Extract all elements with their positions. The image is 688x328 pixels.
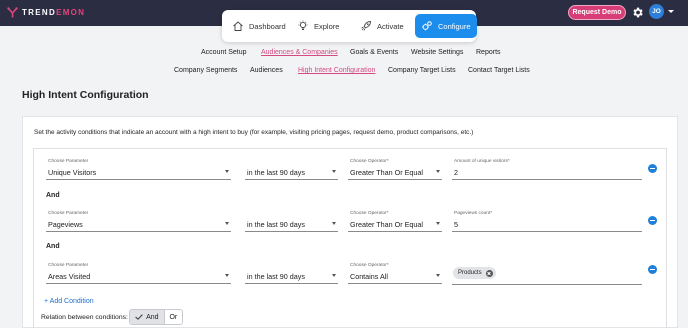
field-label: Choose Operator* [350,211,389,216]
gears-icon [422,21,432,31]
condition-2-value-input[interactable]: Pageviews count* 5 [452,210,642,232]
settings-gear-icon[interactable] [631,6,644,19]
condition-3-operator-select[interactable]: Choose Operator* Contains All [348,262,442,284]
chevron-down-icon [332,170,336,173]
relation-and-option[interactable]: And [130,310,164,324]
field-value: in the last 90 days [247,168,305,177]
condition-3-value-multiselect[interactable]: Products [452,262,642,285]
tab-audiences[interactable]: Audiences [250,67,283,74]
field-label: Choose Operator* [350,263,389,268]
relation-label: Relation between conditions: [41,314,128,321]
condition-2-timeframe-select[interactable]: in the last 90 days [245,210,338,232]
tab-company-segments[interactable]: Company Segments [174,67,237,74]
chevron-down-icon [225,274,229,277]
condition-2-parameter-select[interactable]: Choose Parameter Pageviews [46,210,231,232]
relation-toggle: And Or [129,309,183,325]
field-label: Choose Operator* [350,159,389,164]
field-value: Greater Than Or Equal [350,220,423,229]
field-value: Unique Visitors [48,168,97,177]
check-icon [135,314,143,320]
field-label: Choose Parameter [48,211,89,216]
tab-contact-target-lists[interactable]: Contact Target Lists [468,67,530,74]
field-label: Pageviews count* [454,211,493,216]
nav-explore[interactable]: Explore [291,14,345,38]
field-value: 2 [454,168,458,177]
remove-condition-1-icon[interactable] [648,164,657,173]
tab-account-setup[interactable]: Account Setup [201,49,247,56]
chevron-down-icon [436,222,440,225]
remove-condition-2-icon[interactable] [648,216,657,225]
chip-products: Products [453,267,496,279]
condition-3-timeframe-select[interactable]: in the last 90 days [245,262,338,284]
nav-activate-label: Activate [377,21,404,31]
tab-company-target-lists[interactable]: Company Target Lists [388,67,456,74]
condition-1-operator-select[interactable]: Choose Operator* Greater Than Or Equal [348,158,442,180]
field-label: Choose Parameter [48,263,89,268]
field-label: Amount of unique visitors* [454,159,510,164]
condition-2-operator-select[interactable]: Choose Operator* Greater Than Or Equal [348,210,442,232]
brand-name-part2: EMON [56,8,86,17]
field-value: in the last 90 days [247,272,305,281]
and-label-2: And [46,243,60,250]
user-menu-caret-icon[interactable] [668,10,674,13]
add-condition-link[interactable]: + Add Condition [44,298,94,305]
field-value: Pageviews [48,220,83,229]
chevron-down-icon [332,274,336,277]
field-value: Areas Visited [48,272,91,281]
tab-goals-events[interactable]: Goals & Events [350,49,398,56]
nav-explore-label: Explore [314,21,340,31]
tab-audiences-companies[interactable]: Audiences & Companies [261,49,338,56]
condition-1-parameter-select[interactable]: Choose Parameter Unique Visitors [46,158,231,180]
chip-remove-icon[interactable] [485,269,493,277]
request-demo-button[interactable]: Request Demo [568,5,626,20]
tab-high-intent-configuration[interactable]: High Intent Configuration [298,67,375,74]
condition-3-parameter-select[interactable]: Choose Parameter Areas Visited [46,262,231,284]
condition-1-timeframe-select[interactable]: in the last 90 days [245,158,338,180]
user-avatar[interactable]: JO [649,4,664,19]
field-value: Greater Than Or Equal [350,168,423,177]
page-title: High Intent Configuration [22,89,149,101]
chevron-down-icon [332,222,336,225]
relation-or-label: Or [169,313,178,321]
chevron-down-icon [225,222,229,225]
nav-dashboard[interactable]: Dashboard [226,14,292,38]
lightbulb-icon [298,20,308,30]
and-label-1: And [46,192,60,199]
intro-text: Set the activity conditions that indicat… [34,129,474,136]
nav-activate[interactable]: Activate [354,14,410,38]
nav-configure-label: Configure [438,21,471,31]
field-label: Choose Parameter [48,159,89,164]
home-icon [233,21,243,31]
field-value: 5 [454,220,458,229]
brand-name: TRENDEMON [22,8,85,17]
relation-and-label: And [146,313,159,321]
main-nav: Dashboard Explore Activate Configure [222,10,477,42]
field-value: in the last 90 days [247,220,305,229]
tab-reports[interactable]: Reports [476,49,501,56]
field-value: Contains All [350,272,388,281]
chevron-down-icon [225,170,229,173]
logo-mark-icon [7,7,18,18]
brand-name-part1: TREND [22,8,57,17]
relation-or-option[interactable]: Or [163,310,182,324]
condition-1-value-input[interactable]: Amount of unique visitors* 2 [452,158,642,180]
remove-condition-3-icon[interactable] [648,265,657,274]
tab-website-settings[interactable]: Website Settings [411,49,463,56]
brand-logo[interactable]: TRENDEMON [7,7,85,18]
nav-configure[interactable]: Configure [415,14,477,38]
conditions-box: Choose Parameter Unique Visitors in the … [33,148,667,328]
rocket-icon [361,21,371,31]
chevron-down-icon [436,170,440,173]
chip-label: Products [458,270,482,276]
nav-dashboard-label: Dashboard [249,21,286,31]
chevron-down-icon [436,274,440,277]
high-intent-card: Set the activity conditions that indicat… [22,116,678,328]
